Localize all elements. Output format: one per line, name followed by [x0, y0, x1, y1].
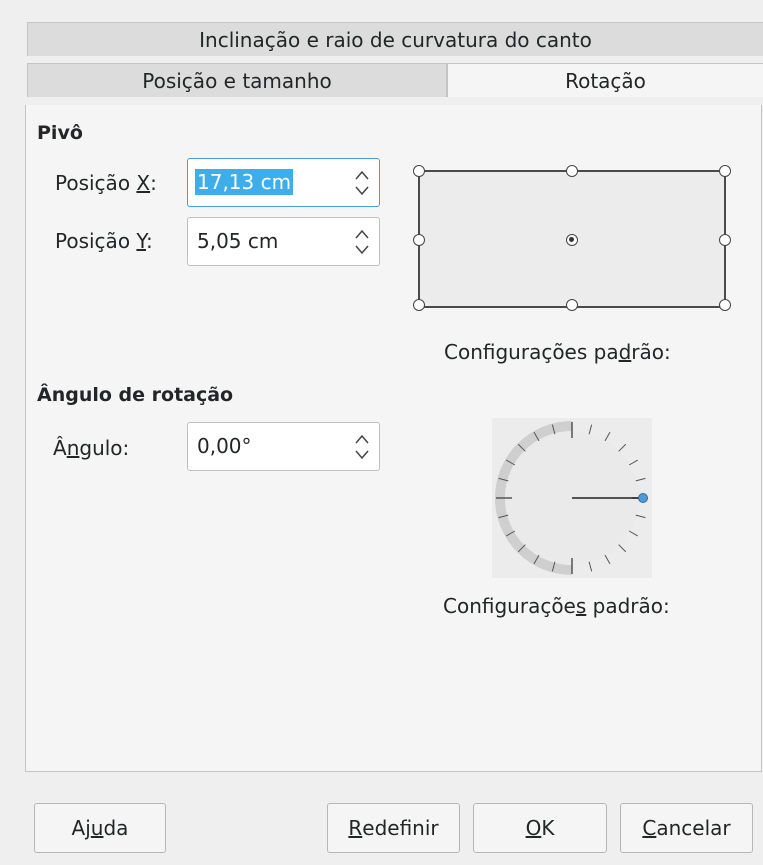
angle-field[interactable]: 0,00° [187, 422, 380, 471]
handle-middle-right[interactable] [719, 234, 731, 246]
help-button[interactable]: Aj u da [34, 803, 166, 853]
pivot-position-selector[interactable] [413, 165, 731, 311]
position-y-value[interactable]: 5,05 cm [197, 228, 278, 254]
handle-middle-left[interactable] [413, 234, 425, 246]
spin-arrows-icon[interactable] [354, 227, 370, 257]
spin-arrows-icon[interactable] [354, 432, 370, 462]
position-x-value[interactable]: 17,13 cm [195, 169, 294, 195]
handle-bottom-left[interactable] [413, 299, 425, 311]
position-y-label: Posição Y: [55, 229, 153, 253]
dial-handle[interactable] [638, 493, 648, 503]
cancel-button[interactable]: Cancelar [620, 803, 753, 853]
tab-row-top: Inclinação e raio de curvatura do canto [27, 22, 763, 56]
tab-rotation[interactable]: Rotação [447, 63, 763, 97]
rotation-defaults-label: Configurações padrão: [443, 594, 670, 618]
handle-top-left[interactable] [413, 165, 425, 177]
pivot-defaults-label: Configurações padrão: [444, 340, 671, 364]
ok-button[interactable]: OK [473, 803, 607, 853]
reset-button[interactable]: Redefinir [327, 803, 460, 853]
position-x-label: Posição X: [55, 171, 157, 195]
tab-position-size[interactable]: Posição e tamanho [27, 63, 447, 97]
spin-arrows-icon[interactable] [354, 168, 370, 198]
handle-center-selected[interactable] [566, 234, 578, 246]
pivot-heading: Pivô [37, 122, 83, 144]
position-x-field[interactable]: 17,13 cm [187, 158, 380, 207]
position-y-field[interactable]: 5,05 cm [187, 217, 380, 266]
angle-value[interactable]: 0,00° [197, 433, 252, 459]
angle-label: Ângulo: [53, 436, 130, 460]
tab-slant-corner-radius[interactable]: Inclinação e raio de curvatura do canto [27, 22, 763, 56]
handle-bottom-right[interactable] [719, 299, 731, 311]
rotation-angle-heading: Ângulo de rotação [37, 384, 234, 406]
handle-top-right[interactable] [719, 165, 731, 177]
handle-top-center[interactable] [566, 165, 578, 177]
tab-row-bottom: Posição e tamanho Rotação [27, 63, 763, 97]
rotation-angle-dial[interactable] [492, 418, 652, 578]
handle-bottom-center[interactable] [566, 299, 578, 311]
